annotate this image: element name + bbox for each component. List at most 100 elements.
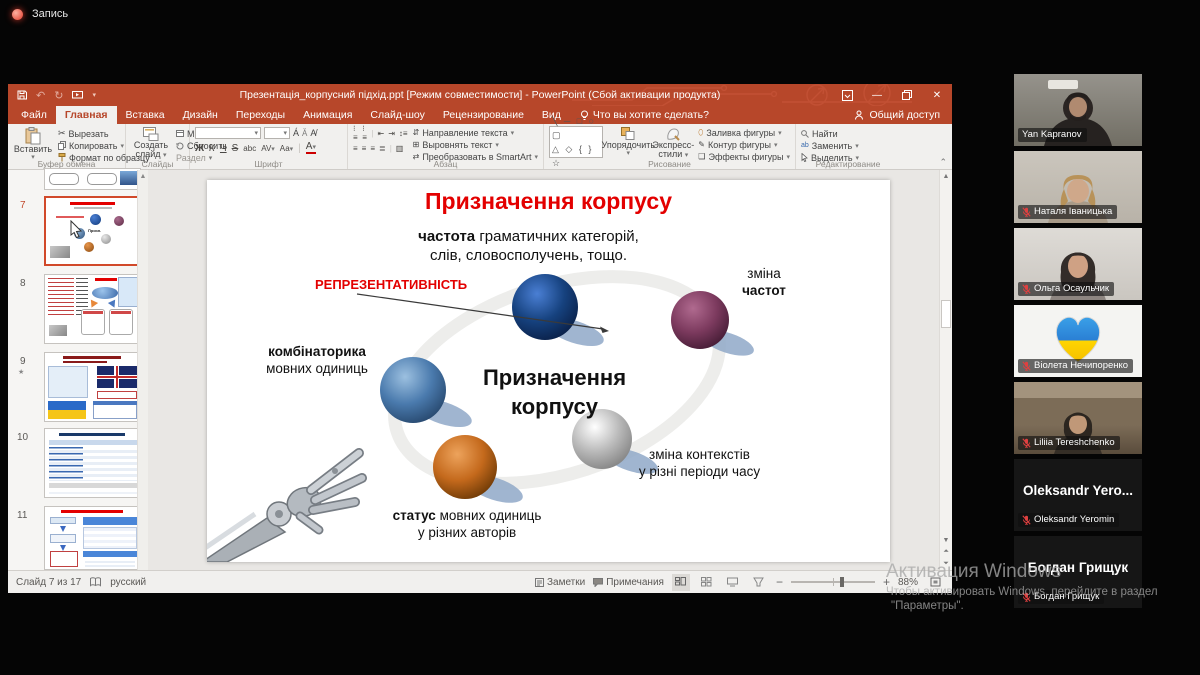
decrease-font-icon[interactable]: А̌ (302, 129, 307, 138)
new-slide-button[interactable]: Создать слайд ▾ (131, 126, 171, 160)
mouse-cursor (70, 220, 83, 238)
participant-tile-natalia-ivanytska[interactable]: Наталя Іваницька (1014, 151, 1142, 223)
scroll-up-icon[interactable]: ▲ (940, 170, 952, 182)
tab-transitions[interactable]: Переходы (227, 106, 294, 124)
tab-design[interactable]: Дизайн (174, 106, 227, 124)
tab-file[interactable]: Файл (12, 106, 56, 124)
font-name-box[interactable]: ▾ (195, 127, 261, 139)
underline-button[interactable]: Ч (220, 143, 227, 154)
char-spacing-button[interactable]: AV▾ (261, 144, 275, 153)
shape-fill-button[interactable]: ⬯Заливка фигуры▾ (698, 127, 790, 138)
align-center-icon[interactable]: ≡ (362, 144, 367, 153)
contexts-change-label: зміна контекстів у різні періоди часу (627, 446, 772, 480)
save-icon[interactable] (17, 90, 27, 100)
font-color-button[interactable]: А▾ (306, 142, 316, 154)
sphere-steel (380, 357, 446, 423)
ribbon-display-options-button[interactable] (832, 84, 862, 106)
windows-activation-watermark-line2: Чтобы активировать Windows, перейдите в … (886, 586, 1158, 598)
comments-button[interactable]: Примечания (593, 577, 664, 588)
zoom-slider-thumb[interactable] (840, 577, 844, 587)
numbering-icon[interactable]: ⁝≡ (362, 124, 367, 142)
paste-button[interactable]: Вставить ▾ (13, 126, 53, 162)
tab-slideshow[interactable]: Слайд-шоу (361, 106, 433, 124)
slide-scrollbar[interactable]: ▲ ▼ ⏶ ⏷ (939, 170, 952, 570)
scrollbar-thumb[interactable] (941, 300, 951, 328)
align-left-icon[interactable]: ≡ (353, 144, 358, 153)
change-case-button[interactable]: Аа▾ (280, 144, 293, 153)
find-button[interactable]: Найти (801, 128, 859, 139)
slideshow-view-button[interactable] (750, 574, 768, 591)
participant-tile-oleksandr-yeromin[interactable]: Oleksandr Yero... Oleksandr Yeromin (1014, 459, 1142, 531)
thumbnail-slide-8[interactable] (44, 274, 141, 344)
justify-icon[interactable]: ≣ (379, 144, 386, 153)
arrange-button[interactable]: Упорядочить ▾ (608, 126, 648, 158)
share-button[interactable]: Общий доступ (854, 106, 952, 124)
align-right-icon[interactable]: ≡ (370, 144, 375, 153)
slide-center-text: Призначення корпусу (457, 363, 652, 421)
bold-button[interactable]: Ж (195, 143, 204, 154)
recording-label: Запись (32, 8, 68, 20)
tab-review[interactable]: Рецензирование (434, 106, 533, 124)
previous-slide-button[interactable]: ⏶ (940, 546, 952, 558)
thumbnail-slide-11[interactable] (44, 506, 141, 570)
text-shadow-button[interactable]: abc (243, 144, 256, 153)
tab-home[interactable]: Главная (56, 106, 117, 124)
undo-icon[interactable]: ↶ (36, 89, 45, 102)
scrollbar-track[interactable] (940, 182, 952, 534)
collapse-ribbon-icon[interactable]: ⌃ (939, 157, 947, 168)
quick-access-toolbar[interactable]: ↶ ↻ ▾ (8, 89, 96, 102)
ribbon: Вставить ▾ ✂Вырезать Копировать▾ Формат … (8, 124, 952, 170)
reading-view-button[interactable] (724, 574, 742, 591)
thumbnail-slide-7[interactable]: Призн. (44, 196, 141, 266)
minimize-button[interactable]: — (862, 84, 892, 106)
slide-sorter-view-button[interactable] (698, 574, 716, 591)
participant-tile-liliia-tereshchenko[interactable]: Liliia Tereshchenko (1014, 382, 1142, 454)
align-text-button[interactable]: ⊞Выровнять текст▾ (413, 139, 538, 150)
participant-tile-yan-kapranov[interactable]: Yan Kapranov (1014, 74, 1142, 146)
close-button[interactable]: ✕ (922, 84, 952, 106)
thumbnail-scroll-up-icon[interactable]: ▲ (138, 170, 148, 180)
normal-view-button[interactable] (672, 574, 690, 591)
window-title: Презентація_корпусний підхід.ppt [Режим … (8, 89, 952, 101)
notes-button[interactable]: Заметки (535, 577, 585, 588)
decrease-indent-icon[interactable]: ⇤ (378, 129, 385, 138)
tab-animations[interactable]: Анимация (294, 106, 361, 124)
title-bar[interactable]: ↶ ↻ ▾ Презентація_корпусний підхід.ppt [… (8, 84, 952, 106)
redo-icon[interactable]: ↻ (54, 89, 63, 102)
increase-indent-icon[interactable]: ⇥ (388, 129, 395, 138)
slide-thumbnail-panel[interactable]: 7 Призн. 8 (8, 170, 148, 570)
zoom-out-button[interactable]: − (776, 575, 783, 589)
clear-format-icon[interactable]: А̸ (310, 128, 316, 138)
slide-editor-area[interactable]: Призначення корпусу частота граматичних … (148, 170, 939, 570)
participant-tile-violeta-nechyporenko[interactable]: Віолета Нечипоренко (1014, 305, 1142, 377)
shape-outline-button[interactable]: ✎Контур фигуры▾ (698, 139, 790, 150)
bullets-icon[interactable]: ⁝≡ (353, 124, 358, 142)
frequency-change-label: зміна частот (719, 265, 809, 299)
quick-styles-button[interactable]: Экспресс- стили ▾ (653, 126, 693, 160)
thumbnail-slide-10[interactable] (44, 428, 141, 498)
thumbnail-scrollbar[interactable]: ▲ (137, 170, 148, 570)
start-slideshow-icon[interactable] (72, 91, 83, 100)
participant-tile-olha-osaulchyk[interactable]: Ольга Осаульчик (1014, 228, 1142, 300)
slide-canvas[interactable]: Призначення корпусу частота граматичних … (207, 180, 890, 562)
font-size-box[interactable]: ▾ (264, 127, 290, 139)
proofing-icon[interactable] (90, 577, 101, 587)
columns-icon[interactable]: ▥ (396, 144, 404, 153)
line-spacing-icon[interactable]: ↕≡ (399, 129, 408, 138)
replace-button[interactable]: abЗаменить▾ (801, 140, 859, 151)
shapes-gallery[interactable]: ╲ ─ □ ○ ▢ △ ◇ { } ☆ (549, 126, 603, 158)
zoom-slider[interactable] (791, 581, 875, 583)
restore-button[interactable] (892, 84, 922, 106)
participant-name-label: Yan Kapranov (1018, 128, 1087, 142)
italic-button[interactable]: К (209, 143, 215, 154)
tab-insert[interactable]: Вставка (117, 106, 174, 124)
scroll-down-icon[interactable]: ▼ (940, 534, 952, 546)
thumbnail-slide-9[interactable] (44, 352, 141, 422)
thumbnail-slide-6-partial[interactable] (44, 168, 141, 190)
text-direction-button[interactable]: ⇵Направление текста▾ (413, 127, 538, 138)
qat-customize-caret[interactable]: ▾ (92, 91, 96, 99)
increase-font-icon[interactable]: А́ (293, 128, 299, 138)
language-indicator[interactable]: русский (110, 577, 146, 588)
participant-display-name: Oleksandr Yero... (1014, 483, 1142, 498)
strikethrough-button[interactable]: S (232, 143, 239, 154)
